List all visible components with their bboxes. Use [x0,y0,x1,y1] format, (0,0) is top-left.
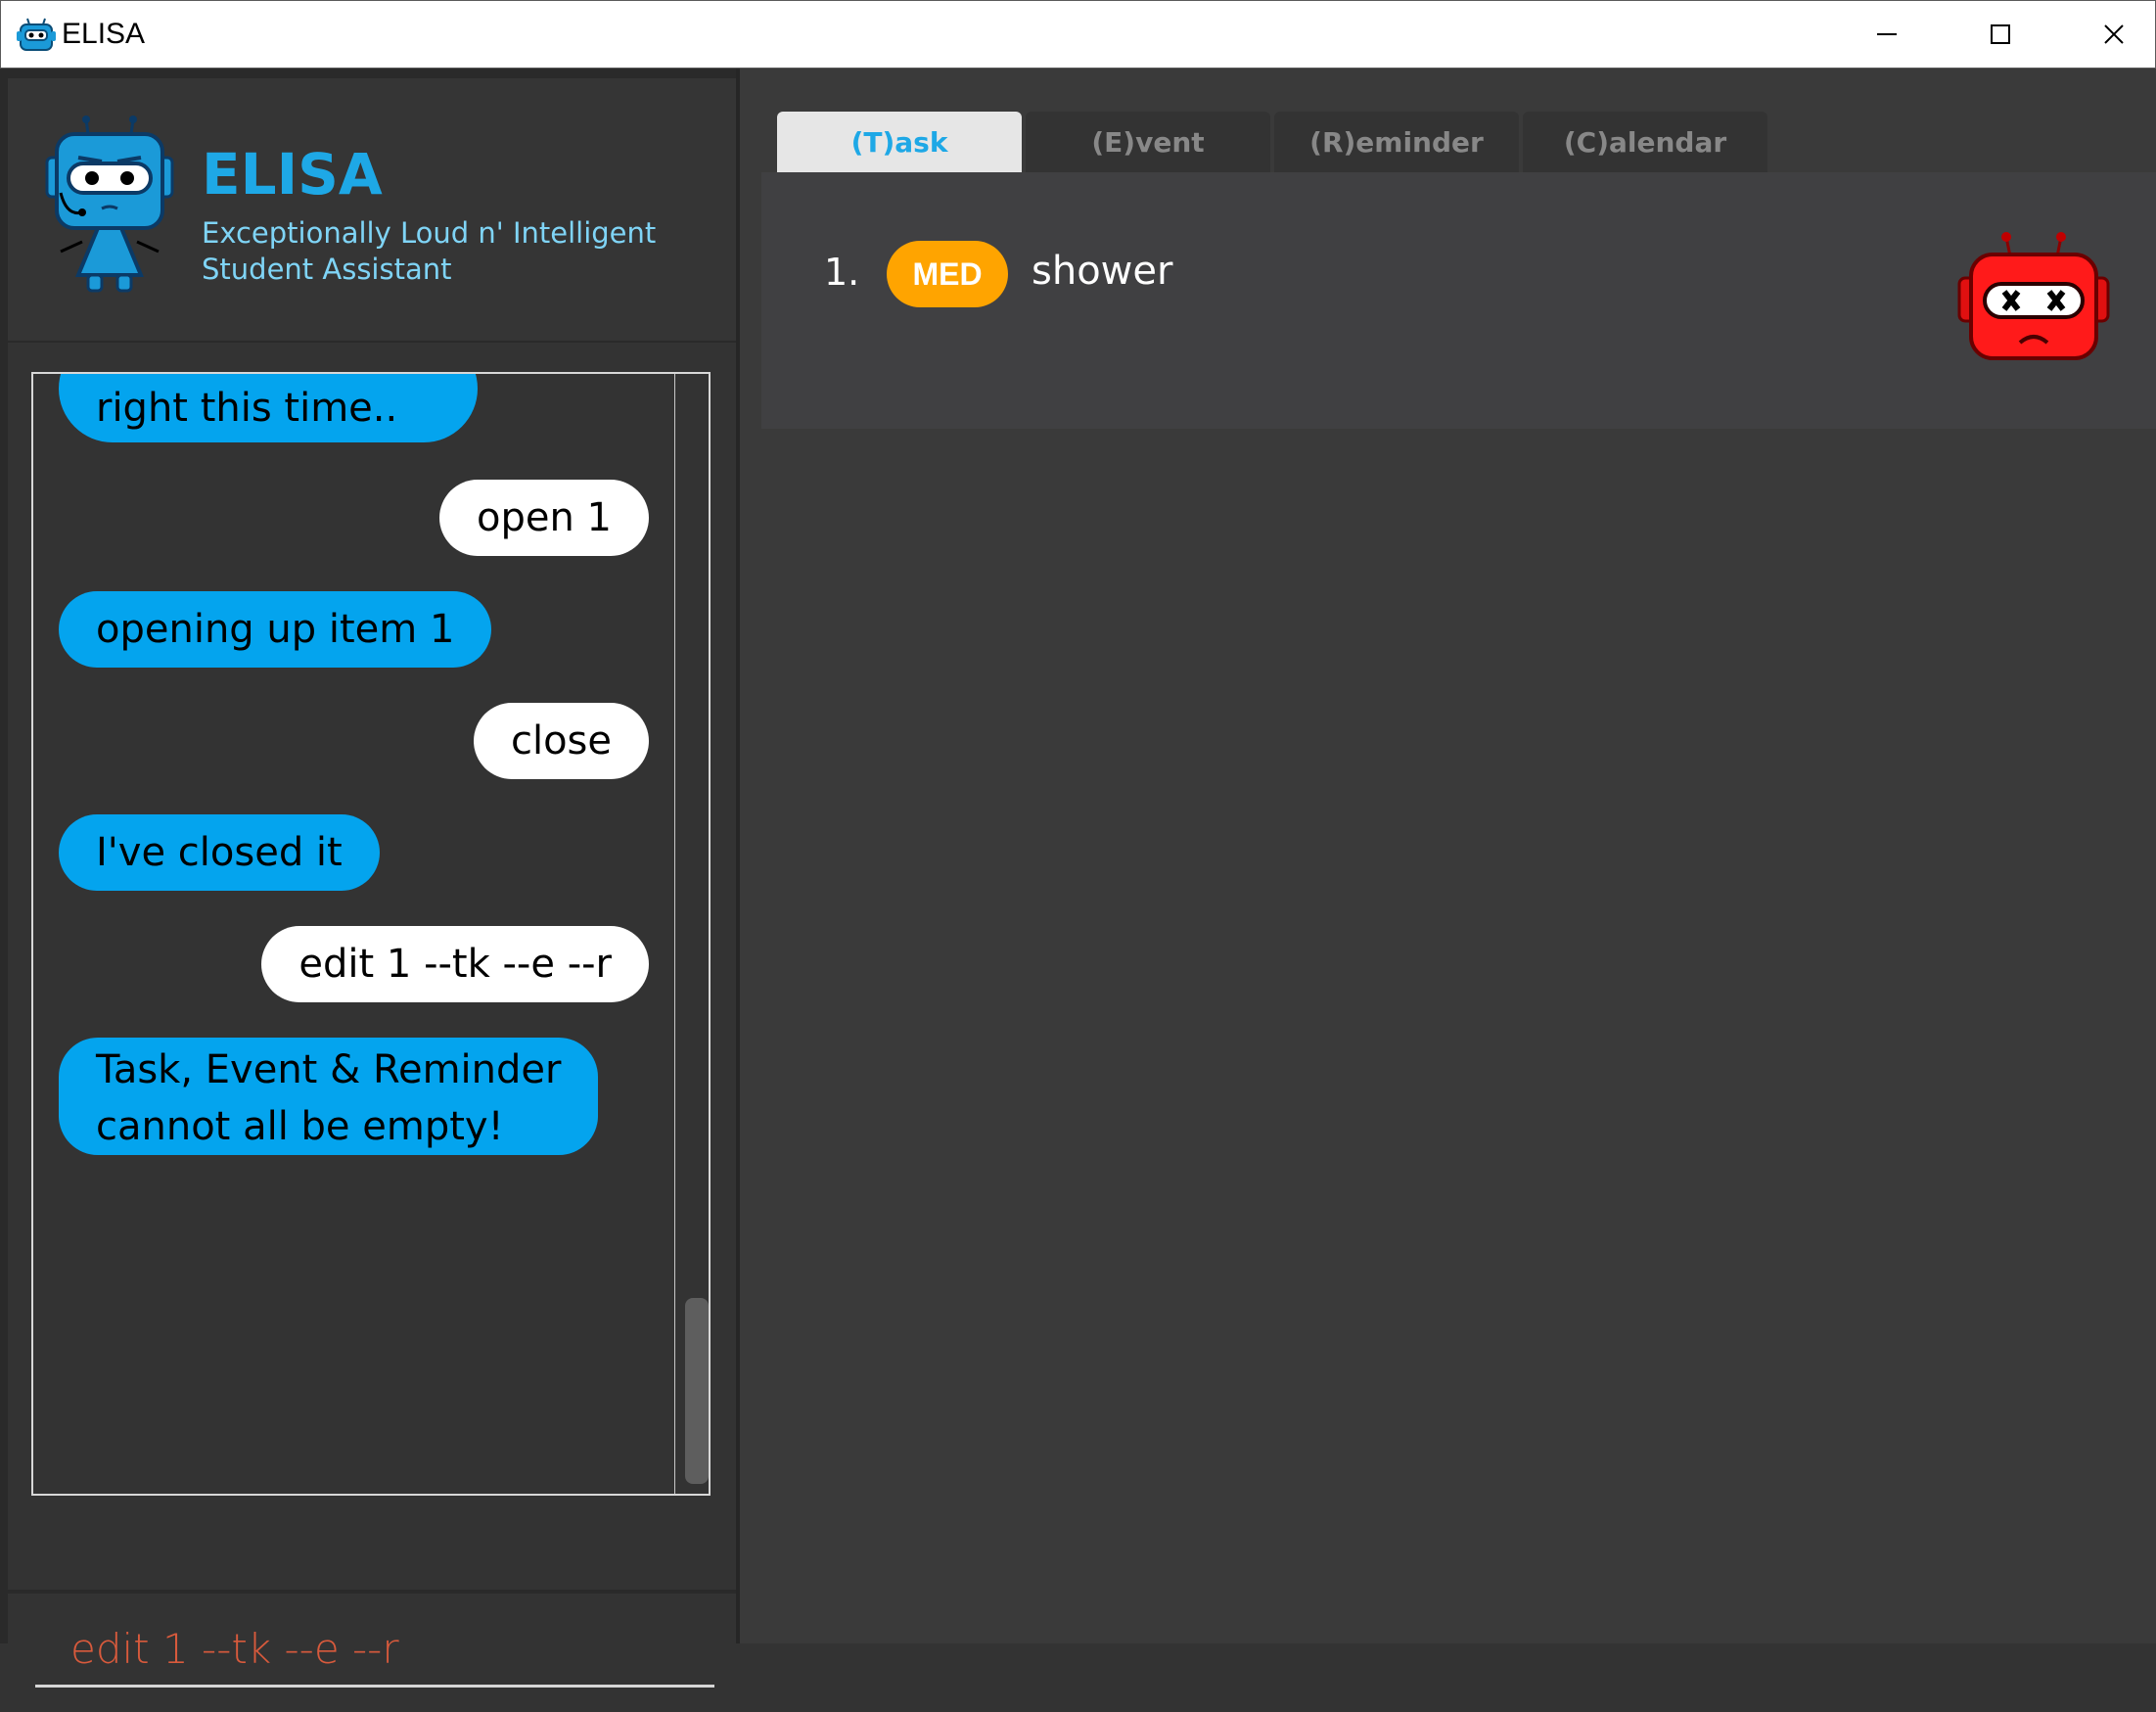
brand-subtitle-line: Exceptionally Loud n' Intelligent [202,216,657,250]
elisa-message: Task, Event & Reminder cannot all be emp… [59,1038,599,1155]
elisa-message: I've closed it [59,814,380,891]
brand-title: ELISA [202,141,383,208]
chat-scrollbar-thumb[interactable] [685,1298,709,1484]
message-line: I've closed it [96,830,343,875]
user-message: edit 1 --tk --e --r [261,926,649,1002]
message-line: cannot all be empty! [96,1104,504,1149]
chat-area: right this time.. open 1 opening up item… [8,343,737,1590]
command-box [8,1594,737,1712]
tab-reminder[interactable]: (R)eminder [1274,112,1519,172]
message-line: edit 1 --tk --e --r [298,942,612,987]
chat-messages: right this time.. open 1 opening up item… [33,374,675,1494]
window-title: ELISA [62,18,146,50]
left-panel: ELISA Exceptionally Loud n' Intelligent … [0,69,740,1712]
chat-scroll-pane[interactable]: right this time.. open 1 opening up item… [31,372,711,1496]
close-button[interactable] [2057,1,2156,68]
brand-subtitle-line: Student Assistant [202,253,452,286]
app-robot-icon [17,18,56,51]
elisa-message: opening up item 1 [59,591,492,668]
title-bar: ELISA [0,0,2156,69]
task-description: shower [1032,249,1173,294]
task-list: 1. MED shower [761,172,2156,429]
close-icon [2104,24,2124,44]
tab-task[interactable]: (T)ask [777,112,1022,172]
command-input[interactable] [35,1613,714,1688]
message-line: close [510,718,612,763]
message-line: right this time.. [96,386,398,431]
red-robot-x-eyes-icon [1957,232,2110,360]
robot-mascot-icon [45,116,174,293]
tab-calendar[interactable]: (C)alendar [1523,112,1767,172]
maximize-icon [1991,24,2010,44]
user-message: close [473,703,649,779]
priority-badge: MED [887,241,1008,307]
tab-event[interactable]: (E)vent [1026,112,1270,172]
message-line: Task, Event & Reminder [96,1047,562,1092]
minimize-button[interactable] [1830,1,1944,68]
brand-subtitle: Exceptionally Loud n' Intelligent Studen… [202,215,711,288]
maximize-button[interactable] [1944,1,2057,68]
minimize-icon [1877,33,1897,35]
task-index: 1. [824,251,860,294]
message-line: open 1 [477,495,612,540]
app-header: ELISA Exceptionally Loud n' Intelligent … [8,78,737,341]
elisa-message: right this time.. [59,374,478,442]
message-line: opening up item 1 [96,607,455,652]
user-message: open 1 [439,480,649,556]
right-panel: (T)ask (E)vent (R)eminder (C)alendar 1. … [740,69,2156,1643]
